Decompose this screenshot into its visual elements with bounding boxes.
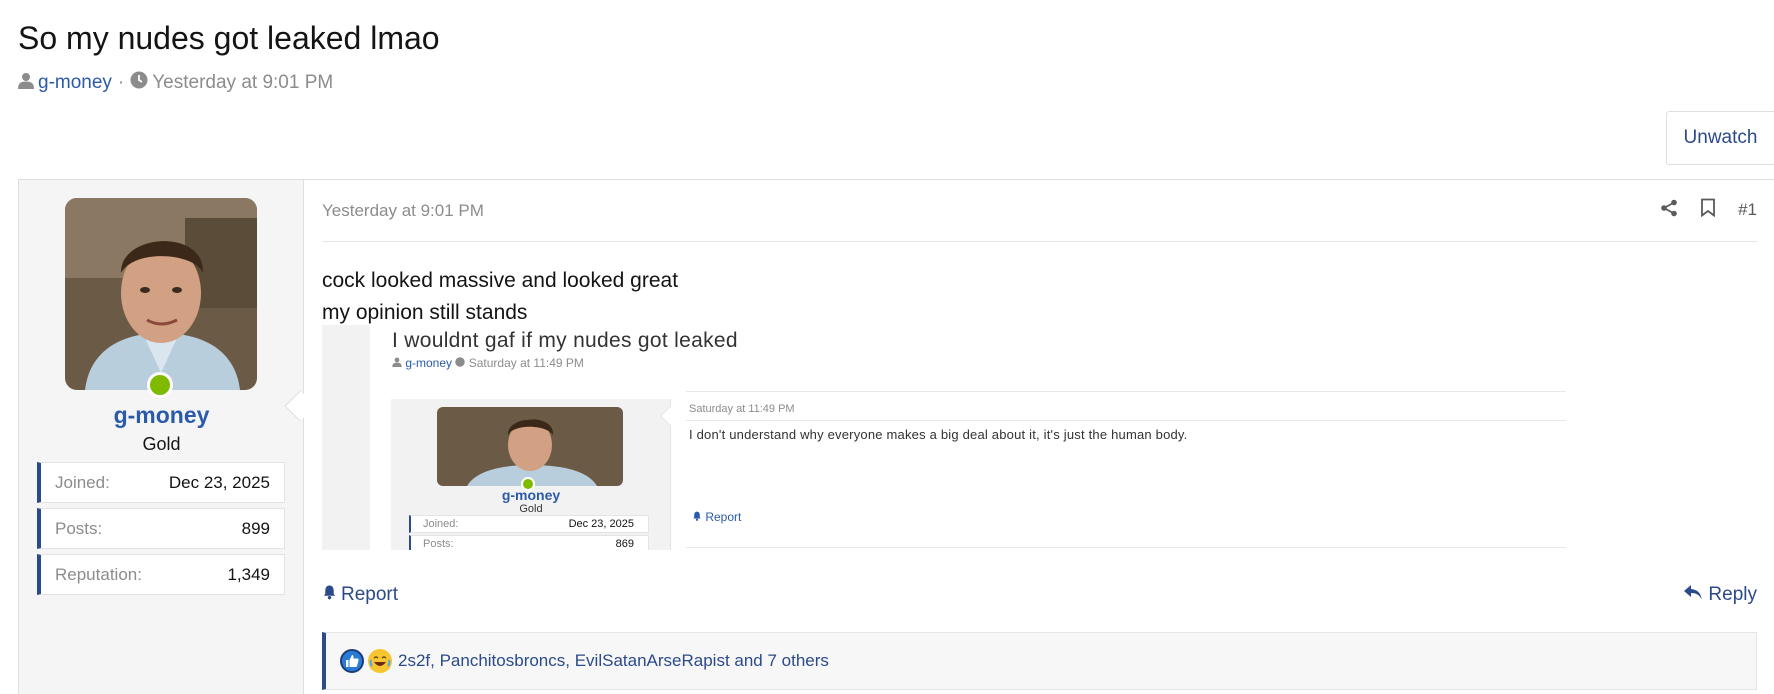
- embed-username: g-money: [501, 487, 561, 503]
- post-username[interactable]: g-money: [19, 402, 304, 429]
- embed-post-text: I don't understand why everyone makes a …: [689, 427, 1188, 442]
- embed-stat-value: 869: [615, 538, 634, 550]
- report-label: Report: [341, 584, 399, 605]
- embed-report-link: Report: [692, 510, 741, 524]
- embed-thread-meta: g-money Saturday at 11:49 PM: [392, 356, 584, 370]
- embed-stat-value: Dec 23, 2025: [568, 518, 634, 530]
- reply-arrow-icon: [1684, 584, 1702, 606]
- post-message: g-money Gold Joined: Dec 23, 2025 Posts:…: [18, 179, 1774, 694]
- embed-divider: [686, 391, 1566, 392]
- meta-separator: ·: [117, 72, 125, 93]
- embed-stat-label: Posts:: [423, 538, 454, 550]
- post-user-cell: g-money Gold Joined: Dec 23, 2025 Posts:…: [19, 180, 304, 694]
- clock-icon: [130, 71, 152, 95]
- thread-meta: g-money · Yesterday at 9:01 PM: [18, 71, 333, 95]
- embed-thread-title: I wouldnt gaf if my nudes got leaked: [392, 329, 738, 352]
- laugh-icon: [368, 649, 392, 673]
- embed-post-date: Saturday at 11:49 PM: [689, 403, 795, 415]
- clock-icon: [455, 356, 468, 370]
- embed-stat-posts: Posts: 869: [409, 535, 649, 550]
- reaction-icons: [340, 649, 392, 673]
- reactions-bar[interactable]: 2s2f, Panchitosbroncs, EvilSatanArseRapi…: [322, 632, 1757, 690]
- embed-avatar: [437, 407, 623, 486]
- unwatch-button[interactable]: Unwatch: [1666, 111, 1774, 165]
- user-stat-posts: Posts: 899: [37, 508, 285, 549]
- online-indicator: [147, 372, 173, 398]
- stat-label: Posts:: [55, 518, 103, 538]
- embed-author: g-money: [405, 356, 453, 370]
- embed-time: Saturday at 11:49 PM: [468, 356, 584, 370]
- embed-user-title: Gold: [519, 503, 543, 515]
- thread-time[interactable]: Yesterday at 9:01 PM: [152, 72, 333, 94]
- bookmark-icon[interactable]: [1700, 198, 1716, 222]
- embed-stat-label: Joined:: [423, 518, 459, 530]
- post-actions: #1: [1660, 198, 1757, 222]
- stat-label: Joined:: [55, 472, 110, 492]
- stat-value: Dec 23, 2025: [168, 472, 270, 492]
- embedded-screenshot-image[interactable]: I wouldnt gaf if my nudes got leaked g-m…: [322, 325, 1567, 550]
- stat-value: 899: [241, 518, 270, 538]
- image-side-strip: [322, 325, 370, 550]
- embed-divider: [686, 420, 1566, 421]
- reply-label: Reply: [1708, 584, 1757, 605]
- post-header-divider: [322, 241, 1757, 242]
- embed-divider: [686, 547, 1566, 548]
- post-number-link[interactable]: #1: [1738, 200, 1757, 220]
- bell-icon: [322, 584, 337, 606]
- bell-icon: [692, 510, 705, 524]
- post-body: cock looked massive and looked great my …: [322, 265, 678, 329]
- embed-user-cell: g-money Gold Joined: Dec 23, 2025 Posts:…: [391, 399, 671, 550]
- post-body-line: cock looked massive and looked great: [322, 269, 679, 292]
- user-icon: [18, 72, 38, 95]
- stat-label: Reputation:: [55, 564, 142, 584]
- reactions-list-link[interactable]: 2s2f, Panchitosbroncs, EvilSatanArseRapi…: [398, 651, 829, 671]
- avatar[interactable]: [65, 198, 257, 390]
- stat-value: 1,349: [227, 564, 270, 584]
- embed-stat-joined: Joined: Dec 23, 2025: [409, 515, 649, 533]
- thread-author-link[interactable]: g-money: [38, 72, 112, 94]
- report-button[interactable]: Report: [322, 584, 398, 606]
- user-stat-reputation: Reputation: 1,349: [37, 554, 285, 595]
- user-stat-joined: Joined: Dec 23, 2025: [37, 462, 285, 503]
- embed-report-label: Report: [705, 510, 742, 524]
- share-icon[interactable]: [1660, 199, 1678, 222]
- user-title: Gold: [142, 434, 181, 454]
- post-date[interactable]: Yesterday at 9:01 PM: [322, 201, 484, 221]
- reply-button[interactable]: Reply: [1684, 584, 1757, 606]
- thread-title: So my nudes got leaked lmao: [18, 20, 440, 56]
- post-main-cell: Yesterday at 9:01 PM #1 cock looked mass…: [304, 180, 1774, 694]
- like-icon: [340, 649, 364, 673]
- user-icon: [392, 356, 405, 370]
